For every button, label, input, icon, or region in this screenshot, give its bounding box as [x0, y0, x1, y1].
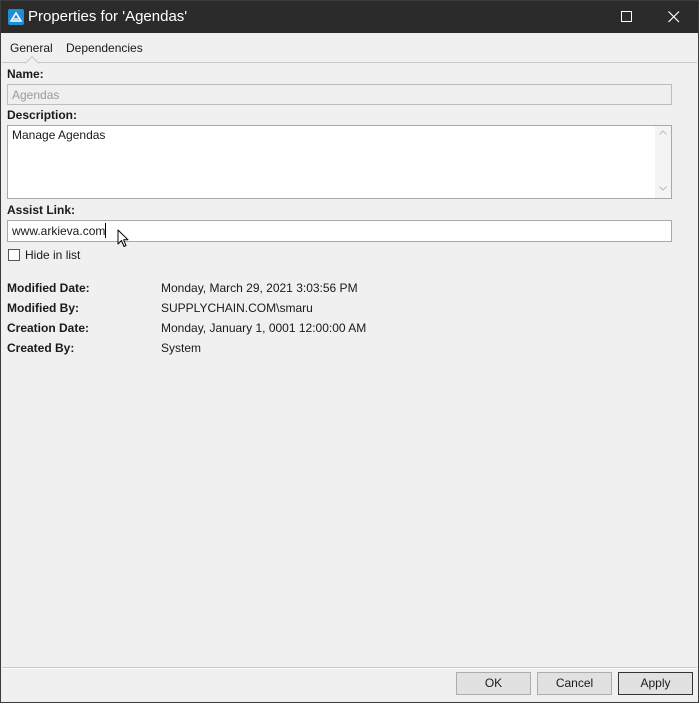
window-title: Properties for 'Agendas': [28, 8, 188, 25]
modified-by-label: Modified By:: [7, 301, 79, 315]
app-logo-icon: [8, 9, 24, 25]
mouse-pointer-icon: [117, 229, 129, 247]
text-caret: [105, 223, 106, 238]
footer-divider-highlight: [2, 668, 697, 669]
creation-date-label: Creation Date:: [7, 321, 90, 335]
creation-date-value: Monday, January 1, 0001 12:00:00 AM: [161, 321, 367, 335]
maximize-icon: [621, 11, 632, 22]
created-by-value: System: [161, 341, 202, 355]
assist-link-field[interactable]: [7, 220, 672, 242]
title-bar[interactable]: Properties for 'Agendas': [1, 1, 698, 33]
scroll-down-icon[interactable]: [659, 186, 667, 191]
hide-in-list-label[interactable]: Hide in list: [25, 248, 80, 262]
assist-link-label: Assist Link:: [7, 203, 76, 217]
tab-divider: [2, 62, 697, 63]
hide-in-list-checkbox[interactable]: [8, 249, 20, 261]
tab-general[interactable]: General: [10, 41, 53, 55]
tab-strip: General Dependencies: [2, 33, 697, 64]
close-button[interactable]: [651, 1, 697, 33]
description-scrollbar[interactable]: [655, 126, 671, 198]
tab-dependencies[interactable]: Dependencies: [66, 41, 143, 55]
maximize-button[interactable]: [604, 1, 650, 33]
ok-button[interactable]: OK: [456, 672, 531, 695]
properties-dialog: Properties for 'Agendas' General Depende…: [0, 0, 699, 703]
modified-date-value: Monday, March 29, 2021 3:03:56 PM: [161, 281, 358, 295]
modified-by-value: SUPPLYCHAIN.COM\smaru: [161, 301, 313, 315]
modified-date-label: Modified Date:: [7, 281, 90, 295]
created-by-label: Created By:: [7, 341, 75, 355]
name-field[interactable]: [7, 84, 672, 105]
scroll-up-icon[interactable]: [659, 130, 667, 135]
cancel-button[interactable]: Cancel: [537, 672, 612, 695]
description-label: Description:: [7, 108, 78, 122]
apply-button[interactable]: Apply: [618, 672, 693, 695]
close-icon: [668, 11, 680, 23]
name-label: Name:: [7, 67, 44, 81]
description-field[interactable]: Manage Agendas: [7, 125, 672, 199]
